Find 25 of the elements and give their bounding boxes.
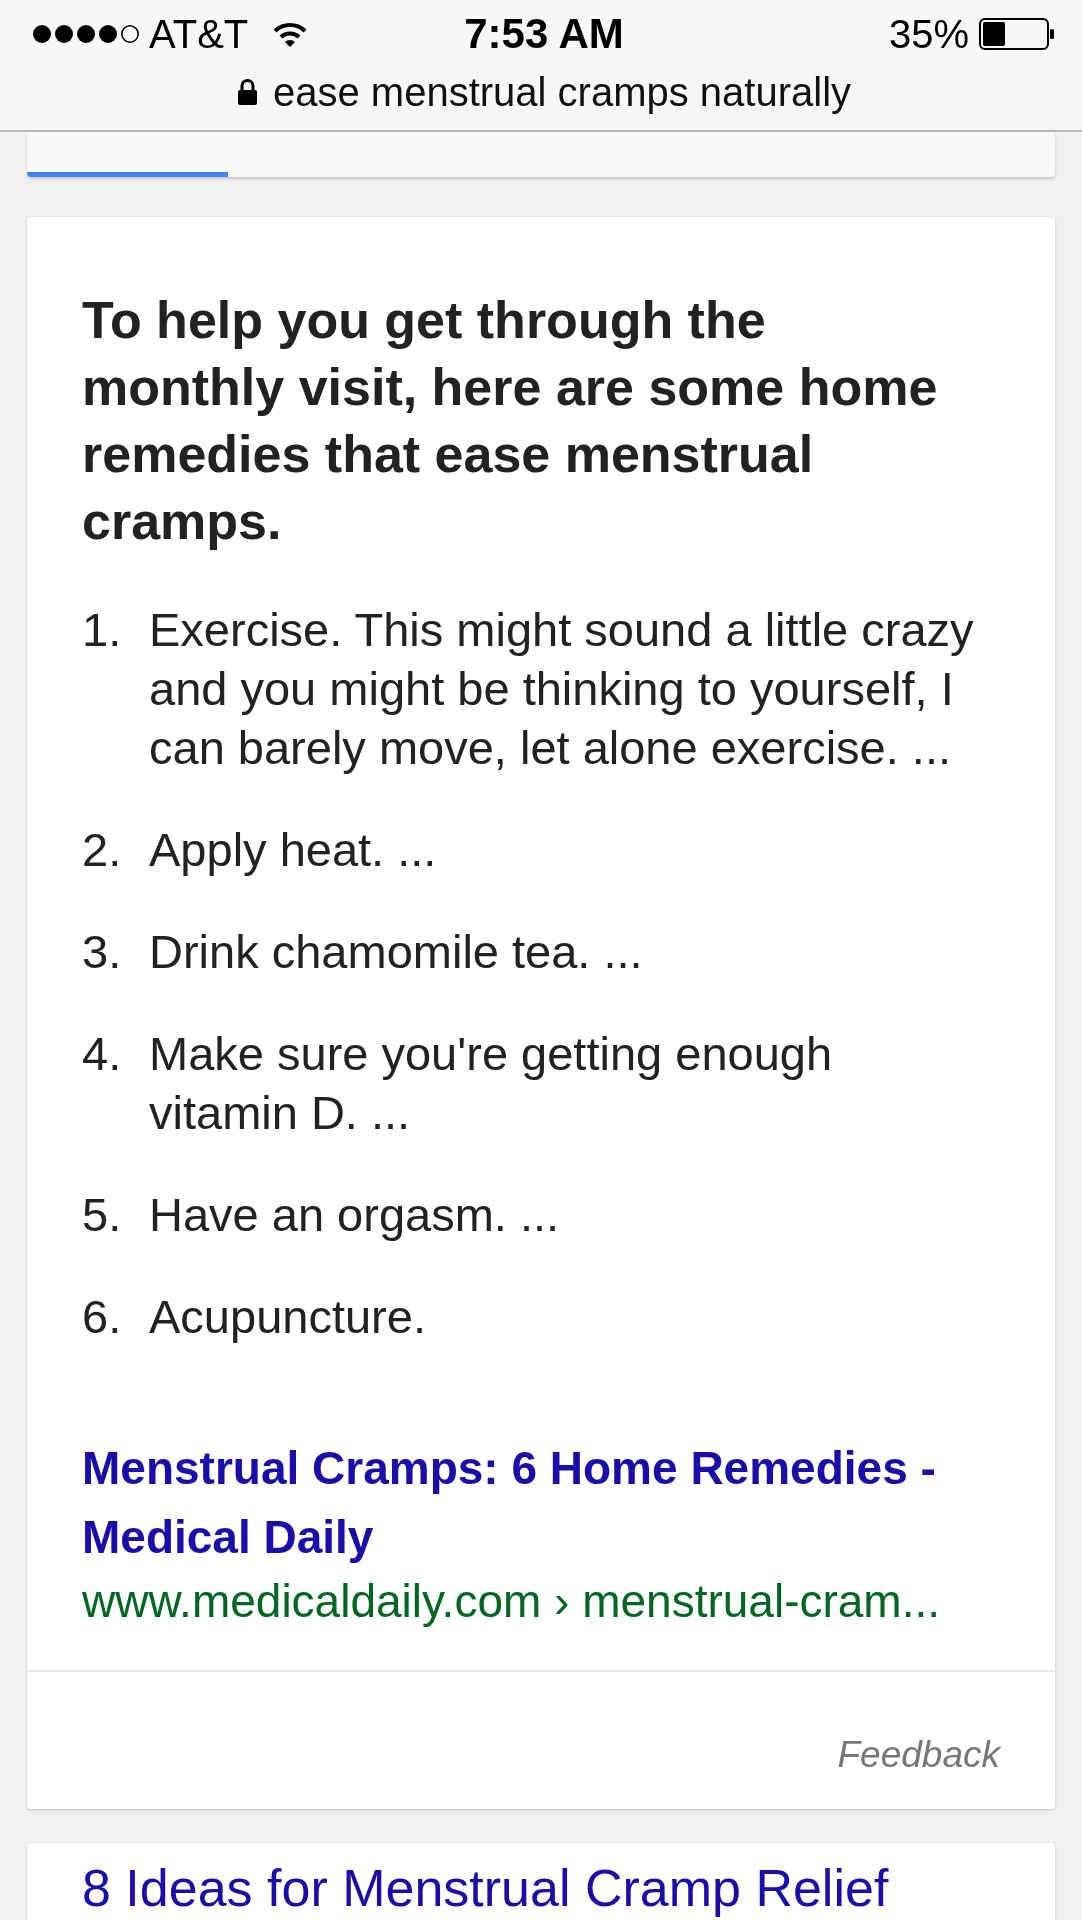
source-title-link[interactable]: Menstrual Cramps: 6 Home Remedies - Medical Daily	[82, 1434, 1000, 1572]
list-number: 4.	[82, 1026, 123, 1082]
list-number: 5.	[82, 1187, 123, 1243]
list-number: 3.	[82, 924, 123, 980]
list-item-text: Apply heat. ...	[149, 822, 437, 878]
battery-percentage: 35%	[888, 11, 969, 57]
battery-icon	[979, 18, 1055, 50]
list-item-text: Make sure you're getting enough vitamin D. ...	[149, 1026, 833, 1141]
list-item-text: Drink chamomile tea. ...	[149, 924, 643, 980]
result-title-link[interactable]: 8 Ideas for Menstrual Cramp Relief	[82, 1859, 889, 1917]
wifi-icon	[273, 21, 308, 47]
snippet-heading: To help you get through the monthly visit, here are some home remedies that ease menstrual cramps.	[82, 290, 939, 552]
list-number: 6.	[82, 1289, 123, 1345]
list-item-text: Exercise. This might sound a little crazy and you might be thinking to yourself, I can barely move, let alone exercise. ...	[149, 602, 974, 776]
address-bar-text[interactable]: ease menstrual cramps naturally	[273, 69, 851, 115]
signal-strength-icon	[33, 25, 141, 43]
lock-icon	[237, 79, 258, 105]
status-time: 7:53 AM	[464, 10, 624, 58]
carrier-name: AT&T	[149, 11, 249, 57]
list-item-text: Have an orgasm. ...	[149, 1187, 560, 1243]
source-url: www.medicaldaily.com › menstrual-cram...	[82, 1574, 941, 1629]
list-item-text: Acupuncture.	[149, 1289, 426, 1345]
feedback-link[interactable]: Feedback	[837, 1732, 1000, 1777]
list-number: 2.	[82, 822, 123, 878]
list-number: 1.	[82, 602, 123, 658]
